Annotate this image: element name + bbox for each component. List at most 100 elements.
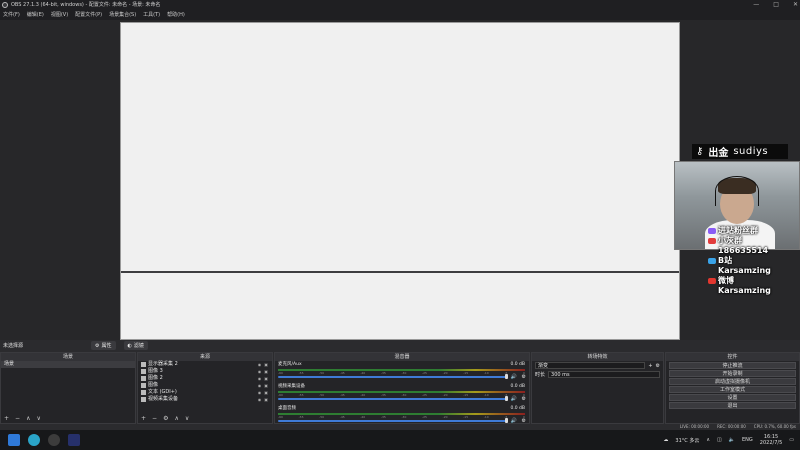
fader-knob[interactable] — [505, 418, 508, 423]
channel-gear-icon[interactable]: ⚙ — [522, 396, 526, 402]
remove-scene-button[interactable]: − — [15, 415, 20, 422]
meter-tick: -60 — [278, 371, 283, 375]
menu-tools[interactable]: 工具(T) — [143, 10, 160, 20]
source-down-button[interactable]: ∨ — [185, 415, 189, 422]
menu-file[interactable]: 文件(F) — [3, 10, 20, 20]
source-label: 图像 — [148, 382, 159, 388]
lock-icon[interactable]: ▣ — [264, 396, 268, 403]
studio-mode-button[interactable]: 工作室模式 — [669, 386, 796, 393]
channel-db: 0.0 dB — [510, 406, 525, 411]
move-down-button[interactable]: ∨ — [36, 415, 40, 422]
visibility-eye-icon[interactable]: ◉ — [258, 396, 262, 403]
lock-icon[interactable]: ▣ — [264, 361, 268, 368]
filters-button[interactable]: ◐ 滤镜 — [123, 341, 148, 350]
windows-start-icon[interactable] — [8, 434, 20, 446]
settings-button[interactable]: 设置 — [669, 394, 796, 401]
fader-knob[interactable] — [505, 396, 508, 401]
volume-icon[interactable]: 🔈 — [729, 437, 735, 443]
network-icon: ◫ — [717, 437, 722, 443]
meter-tick: -20 — [442, 371, 448, 375]
source-item[interactable]: 视频采集设备 ◉ ▣ — [138, 396, 272, 403]
lock-icon[interactable]: ▣ — [264, 382, 268, 389]
source-item[interactable]: 文本 (GDI+) ◉ ▣ — [138, 389, 272, 396]
social-row: Karsamzing — [708, 286, 771, 296]
volume-fader[interactable] — [278, 420, 507, 422]
source-item[interactable]: 图像 2 ◉ ▣ — [138, 375, 272, 382]
transition-gear-icon[interactable]: ⚙ — [656, 363, 660, 369]
mixer-title: 混音器 — [275, 353, 529, 361]
source-properties-button[interactable]: ⚙ — [163, 415, 168, 422]
meter-tick: -50 — [319, 371, 325, 375]
minimize-button[interactable]: — — [753, 0, 759, 10]
duration-input[interactable]: 300 ms — [548, 371, 660, 378]
meter-tick: -15 — [463, 393, 469, 397]
menu-edit[interactable]: 编辑(E) — [27, 10, 44, 20]
start-recording-button[interactable]: 开始录制 — [669, 370, 796, 377]
preview-canvas[interactable]: ⚷ 出金 sudiys 进站粉丝群 小灰群 186635514 B站 Karsa… — [0, 20, 800, 340]
visibility-eye-icon[interactable]: ◉ — [258, 382, 262, 389]
badge-name: sudiys — [733, 146, 769, 157]
language-indicator[interactable]: ENG — [742, 437, 753, 443]
overlay-badge: ⚷ 出金 sudiys — [692, 144, 788, 159]
source-type-icon — [141, 362, 146, 367]
transition-type-select[interactable]: 渐变 — [535, 362, 646, 369]
obs-taskbar-icon[interactable] — [48, 434, 60, 446]
scene-item[interactable]: 场景 — [1, 361, 135, 368]
source-item[interactable]: 图像 ◉ ▣ — [138, 382, 272, 389]
tray-chevron-icon[interactable]: ∧ — [706, 437, 710, 443]
meter-tick: -30 — [401, 371, 407, 375]
lock-icon[interactable]: ▣ — [264, 389, 268, 396]
properties-button[interactable]: ⚙ 属性 — [91, 341, 116, 350]
volume-fader[interactable] — [278, 376, 507, 378]
add-source-button[interactable]: + — [141, 415, 146, 422]
visibility-eye-icon[interactable]: ◉ — [258, 375, 262, 382]
social-row: 186635514 — [708, 246, 771, 256]
source-label: 视频采集设备 — [148, 396, 179, 402]
meter-scale: -60 -55 -50 -45 -40 -35 -30 -25 -20 -15 -10 -5 0 — [278, 393, 525, 397]
remove-source-button[interactable]: − — [152, 415, 157, 422]
meter-tick: -40 — [360, 393, 366, 397]
social-row: Karsamzing — [708, 266, 771, 276]
visibility-eye-icon[interactable]: ◉ — [258, 368, 262, 375]
source-type-icon — [141, 376, 146, 381]
notification-icon[interactable]: ▭ — [789, 437, 794, 443]
exit-button[interactable]: 退出 — [669, 402, 796, 409]
maximize-button[interactable]: □ — [773, 0, 779, 10]
menu-profile[interactable]: 配置文件(P) — [75, 10, 102, 20]
speaker-icon[interactable]: 🔊 — [511, 396, 517, 402]
social-row: 进站粉丝群 — [708, 226, 771, 236]
add-transition-icon[interactable]: + — [648, 363, 652, 369]
menu-scene-collection[interactable]: 场景集合(S) — [109, 10, 136, 20]
meter-tick: -45 — [339, 371, 345, 375]
clock[interactable]: 16:15 2022/7/5 — [760, 434, 782, 446]
lock-icon[interactable]: ▣ — [264, 375, 268, 382]
controls-dock: 控件 停止推流 开始录制 启动虚拟摄像机 工作室模式 设置 退出 — [665, 352, 800, 424]
add-scene-button[interactable]: + — [4, 415, 9, 422]
spacer-icon — [708, 288, 716, 294]
visibility-eye-icon[interactable]: ◉ — [258, 361, 262, 368]
social-row: 小灰群 — [708, 236, 771, 246]
app-taskbar-icon[interactable] — [68, 434, 80, 446]
move-up-button[interactable]: ∧ — [26, 415, 30, 422]
meter-tick: -35 — [380, 371, 386, 375]
visibility-eye-icon[interactable]: ◉ — [258, 389, 262, 396]
source-label: 图像 2 — [148, 375, 163, 381]
menu-help[interactable]: 帮助(H) — [167, 10, 185, 20]
volume-fader[interactable] — [278, 398, 507, 400]
menu-view[interactable]: 视图(V) — [51, 10, 68, 20]
channel-gear-icon[interactable]: ⚙ — [522, 374, 526, 380]
meter-tick: -60 — [278, 393, 283, 397]
source-item[interactable]: 显示器采集 2 ◉ ▣ — [138, 361, 272, 368]
source-item[interactable]: 图像 3 ◉ ▣ — [138, 368, 272, 375]
fader-knob[interactable] — [505, 374, 508, 379]
meter-tick: -60 — [278, 415, 283, 419]
source-label: 文本 (GDI+) — [148, 389, 177, 395]
virtual-camera-button[interactable]: 启动虚拟摄像机 — [669, 378, 796, 385]
close-button[interactable]: ✕ — [793, 0, 798, 10]
channel-db: 0.0 dB — [510, 384, 525, 389]
stop-streaming-button[interactable]: 停止推流 — [669, 362, 796, 369]
speaker-icon[interactable]: 🔊 — [511, 374, 517, 380]
lock-icon[interactable]: ▣ — [264, 368, 268, 375]
edge-icon[interactable] — [28, 434, 40, 446]
source-up-button[interactable]: ∧ — [174, 415, 178, 422]
